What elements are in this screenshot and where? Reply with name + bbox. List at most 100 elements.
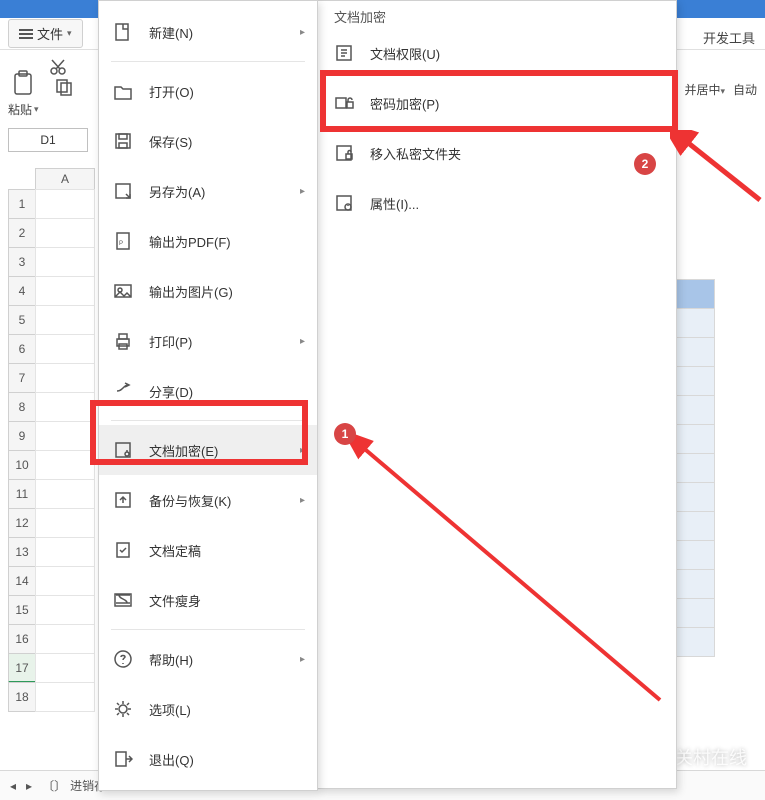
cell[interactable]	[35, 218, 95, 248]
compress-icon	[113, 590, 133, 610]
cell[interactable]	[35, 189, 95, 219]
cell[interactable]	[35, 682, 95, 712]
cell[interactable]	[35, 566, 95, 596]
submenu-item-label: 移入私密文件夹	[370, 144, 461, 163]
paste-button[interactable]: 粘贴▾	[8, 70, 39, 118]
cell[interactable]	[35, 392, 95, 422]
menu-item-image[interactable]: 输出为图片(G)	[99, 266, 317, 316]
chevron-right-icon: ▸	[300, 654, 305, 665]
menu-separator	[111, 420, 305, 421]
cell[interactable]	[35, 479, 95, 509]
row-header[interactable]: 5	[8, 305, 36, 335]
row-header[interactable]: 14	[8, 566, 36, 596]
row-header[interactable]: 15	[8, 595, 36, 625]
menu-item-exit[interactable]: 退出(Q)	[99, 734, 317, 784]
row-header[interactable]: 4	[8, 276, 36, 306]
menu-item-backup[interactable]: 备份与恢复(K)▸	[99, 475, 317, 525]
cell[interactable]	[35, 537, 95, 567]
row-header[interactable]: 3	[8, 247, 36, 277]
submenu-item-label: 属性(I)...	[370, 194, 419, 213]
new-icon	[113, 22, 133, 42]
pwd-icon	[334, 93, 354, 113]
devtools-tab[interactable]: 开发工具	[703, 28, 755, 47]
menu-separator	[111, 629, 305, 630]
cell[interactable]	[35, 421, 95, 451]
submenu-item-private[interactable]: 移入私密文件夹	[318, 128, 676, 178]
menu-item-label: 文档定稿	[149, 541, 201, 560]
table-row: 8	[8, 393, 95, 422]
hamburger-icon	[19, 29, 33, 39]
menu-item-label: 打开(O)	[149, 82, 194, 101]
file-menu-label: 文件	[37, 24, 63, 43]
cell[interactable]	[35, 624, 95, 654]
copy-icon[interactable]	[55, 78, 73, 99]
merge-center-button[interactable]: 并居中▾	[684, 81, 725, 98]
menu-item-open[interactable]: 打开(O)	[99, 66, 317, 116]
menu-item-final[interactable]: 文档定稿	[99, 525, 317, 575]
spreadsheet-grid: A 123456789101112131415161718	[8, 168, 95, 712]
submenu-item-props[interactable]: 属性(I)...	[318, 178, 676, 228]
svg-text:P: P	[119, 241, 123, 247]
table-row: 6	[8, 335, 95, 364]
cell[interactable]	[35, 595, 95, 625]
menu-item-print[interactable]: 打印(P)▸	[99, 316, 317, 366]
submenu-item-pwd[interactable]: 密码加密(P)	[318, 78, 676, 128]
cell[interactable]	[35, 450, 95, 480]
cell[interactable]	[35, 247, 95, 277]
row-header[interactable]: 10	[8, 450, 36, 480]
row-header[interactable]: 11	[8, 479, 36, 509]
menu-item-new[interactable]: 新建(N)▸	[99, 7, 317, 57]
row-header[interactable]: 13	[8, 537, 36, 567]
row-header[interactable]: 18	[8, 682, 36, 712]
sheet-nav-prev-icon[interactable]: ◂	[10, 779, 16, 793]
auto-button[interactable]: 自动	[733, 81, 757, 98]
print-icon	[113, 331, 133, 351]
row-header[interactable]: 9	[8, 421, 36, 451]
row-header[interactable]: 6	[8, 334, 36, 364]
chevron-right-icon: ▸	[300, 336, 305, 347]
name-box-input[interactable]: D1	[8, 128, 88, 152]
file-menu-dropdown: 新建(N)▸打开(O)保存(S)另存为(A)▸P输出为PDF(F)输出为图片(G…	[98, 0, 318, 791]
menu-item-help[interactable]: 帮助(H) ▸	[99, 634, 317, 684]
menu-item-save[interactable]: 保存(S)	[99, 116, 317, 166]
menu-item-label: 输出为PDF(F)	[149, 232, 231, 251]
annotation-arrow-2	[670, 130, 765, 210]
encrypt-icon	[113, 440, 133, 460]
menu-item-encrypt[interactable]: 文档加密(E)▸	[99, 425, 317, 475]
menu-item-pdf[interactable]: P 输出为PDF(F)	[99, 216, 317, 266]
menu-item-compress[interactable]: 文件瘦身	[99, 575, 317, 625]
row-header[interactable]: 12	[8, 508, 36, 538]
cell[interactable]	[35, 334, 95, 364]
cell[interactable]	[35, 276, 95, 306]
cell[interactable]	[35, 363, 95, 393]
chevron-right-icon: ▸	[300, 495, 305, 506]
menu-item-share[interactable]: 分享(D)	[99, 366, 317, 416]
table-row: 5	[8, 306, 95, 335]
table-row: 11	[8, 480, 95, 509]
pdf-icon: P	[113, 231, 133, 251]
row-header[interactable]: 17	[8, 653, 36, 683]
cell[interactable]	[35, 305, 95, 335]
menu-item-options[interactable]: 选项(L)	[99, 684, 317, 734]
row-header[interactable]: 2	[8, 218, 36, 248]
row-header[interactable]: 1	[8, 189, 36, 219]
row-header[interactable]: 16	[8, 624, 36, 654]
encrypt-submenu: 文档加密 文档权限(U)密码加密(P)移入私密文件夹属性(I)...	[317, 0, 677, 789]
menu-item-label: 保存(S)	[149, 132, 192, 151]
sheet-nav-next-icon[interactable]: ▸	[26, 779, 32, 793]
menu-item-label: 新建(N)	[149, 23, 193, 42]
share-icon	[113, 381, 133, 401]
cell[interactable]	[35, 653, 95, 683]
menu-item-label: 帮助(H)	[149, 650, 193, 669]
menu-item-saveas[interactable]: 另存为(A)▸	[99, 166, 317, 216]
submenu-item-perm[interactable]: 文档权限(U)	[318, 28, 676, 78]
row-header[interactable]: 8	[8, 392, 36, 422]
cut-icon[interactable]	[49, 58, 67, 79]
column-header[interactable]: A	[35, 168, 95, 190]
file-menu-button[interactable]: 文件 ▾	[8, 19, 83, 48]
annotation-marker-1: 1	[334, 423, 356, 445]
row-header[interactable]: 7	[8, 363, 36, 393]
submenu-item-label: 密码加密(P)	[370, 94, 439, 113]
cell[interactable]	[35, 508, 95, 538]
paste-label: 粘贴	[8, 101, 32, 118]
